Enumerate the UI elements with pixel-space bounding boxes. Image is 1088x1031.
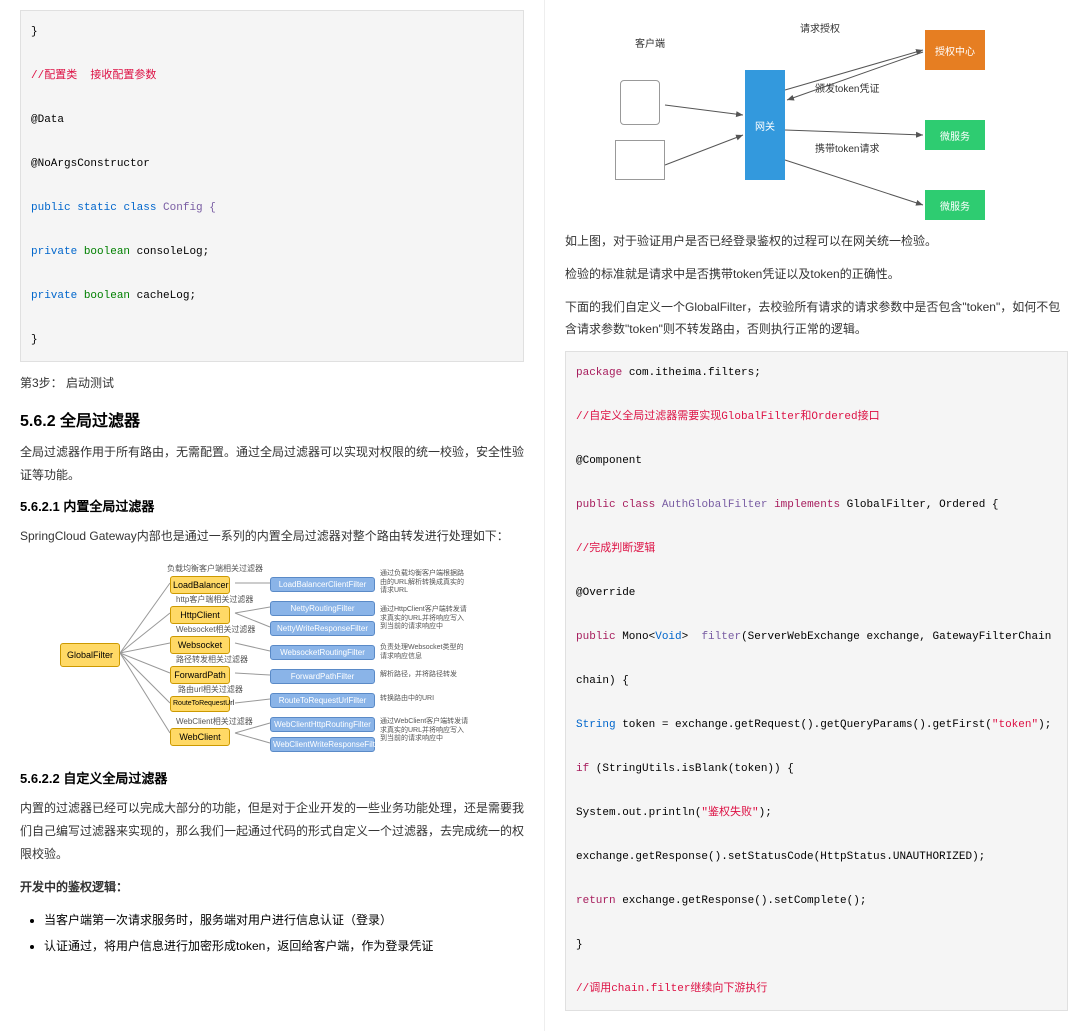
para-builtin-filter: SpringCloud Gateway内部也是通过一系列的内置全局过滤器对整个路… [20, 525, 524, 548]
heading-5621: 5.6.2.1 内置全局过滤器 [20, 496, 524, 515]
microservice-box: 微服务 [925, 120, 985, 150]
para-r3: 下面的我们自定义一个GlobalFilter，去校验所有请求的请求参数中是否包含… [565, 296, 1068, 342]
microservice-box: 微服务 [925, 190, 985, 220]
code-block-2: package com.itheima.filters; //自定义全局过滤器需… [565, 351, 1068, 1011]
list-item: 当客户端第一次请求服务时，服务端对用户进行信息认证（登录） [44, 908, 524, 932]
para-global-filter: 全局过滤器作用于所有路由，无需配置。通过全局过滤器可以实现对权限的统一校验，安全… [20, 441, 524, 487]
auth-center-box: 授权中心 [925, 30, 985, 70]
para-r2: 检验的标准就是请求中是否携带token凭证以及token的正确性。 [565, 263, 1068, 286]
para-r1: 如上图，对于验证用户是否已经登录鉴权的过程可以在网关统一检验。 [565, 230, 1068, 253]
para-custom-filter: 内置的过滤器已经可以完成大部分的功能，但是对于企业开发的一些业务功能处理，还是需… [20, 797, 524, 865]
filter-tree-diagram: GlobalFilter 负载均衡客户端相关过滤器 LoadBalancer h… [20, 558, 524, 758]
heading-5622: 5.6.2.2 自定义全局过滤器 [20, 768, 524, 787]
dev-logic-heading: 开发中的鉴权逻辑： [20, 876, 524, 899]
code-block-1: } //配置类 接收配置参数 @Data @NoArgsConstructor … [20, 10, 524, 362]
auth-flow-diagram: 客户端 网关 授权中心 微服务 微服务 请求授权 颁发token凭证 携带tok… [565, 10, 1068, 220]
phone-icon [620, 80, 660, 125]
gateway-box: 网关 [745, 70, 785, 180]
list-item: 认证通过，将用户信息进行加密形成token，返回给客户端，作为登录凭证 [44, 934, 524, 958]
step-text: 第3步： 启动测试 [20, 372, 524, 395]
node-globalfilter: GlobalFilter [60, 643, 120, 667]
left-column: } //配置类 接收配置参数 @Data @NoArgsConstructor … [0, 0, 544, 1031]
heading-562: 5.6.2 全局过滤器 [20, 407, 524, 431]
right-column: 客户端 网关 授权中心 微服务 微服务 请求授权 颁发token凭证 携带tok… [544, 0, 1088, 1031]
desktop-icon [615, 140, 665, 180]
auth-logic-list: 当客户端第一次请求服务时，服务端对用户进行信息认证（登录） 认证通过，将用户信息… [20, 908, 524, 958]
